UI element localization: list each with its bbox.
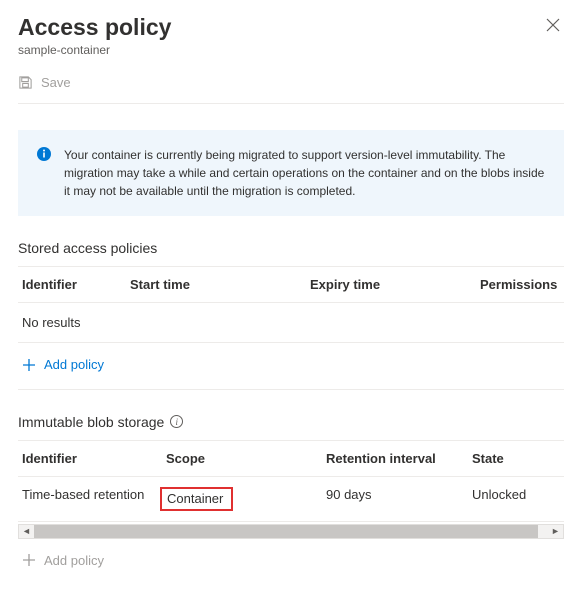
add-immutable-policy-label: Add policy — [44, 553, 104, 568]
close-button[interactable] — [542, 14, 564, 40]
horizontal-scrollbar[interactable]: ◄ ► — [18, 524, 564, 539]
add-stored-policy-button[interactable]: Add policy — [22, 357, 104, 372]
cell-state: Unlocked — [472, 487, 560, 511]
plus-icon — [22, 553, 36, 567]
container-name: sample-container — [18, 43, 171, 57]
scroll-right-icon[interactable]: ► — [548, 526, 563, 536]
stored-policies-table: Identifier Start time Expiry time Permis… — [18, 266, 564, 390]
col-permissions: Permissions — [480, 277, 560, 292]
col-identifier: Identifier — [22, 451, 166, 466]
col-start-time: Start time — [130, 277, 310, 292]
close-icon — [546, 18, 560, 32]
migration-info-box: Your container is currently being migrat… — [18, 130, 564, 216]
immutable-header-row: Identifier Scope Retention interval Stat… — [18, 441, 564, 477]
info-icon — [36, 146, 52, 162]
save-label: Save — [41, 75, 71, 90]
scroll-left-icon[interactable]: ◄ — [19, 526, 34, 536]
add-stored-policy-label: Add policy — [44, 357, 104, 372]
immutable-table: Identifier Scope Retention interval Stat… — [18, 440, 564, 585]
col-state: State — [472, 451, 560, 466]
save-icon — [18, 75, 33, 90]
stored-policies-heading: Stored access policies — [18, 240, 564, 256]
cell-identifier: Time-based retention — [22, 487, 166, 511]
stored-policies-header-row: Identifier Start time Expiry time Permis… — [18, 267, 564, 303]
scroll-track[interactable] — [34, 525, 548, 538]
save-button[interactable]: Save — [18, 75, 71, 90]
col-scope: Scope — [166, 451, 326, 466]
migration-info-text: Your container is currently being migrat… — [64, 146, 546, 200]
immutable-heading-text: Immutable blob storage — [18, 414, 164, 430]
cell-retention: 90 days — [326, 487, 472, 511]
toolbar-divider — [18, 103, 564, 104]
col-expiry-time: Expiry time — [310, 277, 480, 292]
table-row[interactable]: Time-based retention Container 90 days U… — [18, 477, 564, 522]
col-retention: Retention interval — [326, 451, 472, 466]
info-icon[interactable]: i — [170, 415, 183, 428]
cell-scope: Container — [160, 487, 233, 511]
stored-policies-empty: No results — [18, 303, 564, 343]
add-immutable-policy-button: Add policy — [22, 553, 104, 568]
immutable-heading: Immutable blob storage i — [18, 414, 564, 430]
page-title: Access policy — [18, 14, 171, 41]
col-identifier: Identifier — [22, 277, 130, 292]
scroll-thumb[interactable] — [34, 525, 538, 538]
plus-icon — [22, 358, 36, 372]
